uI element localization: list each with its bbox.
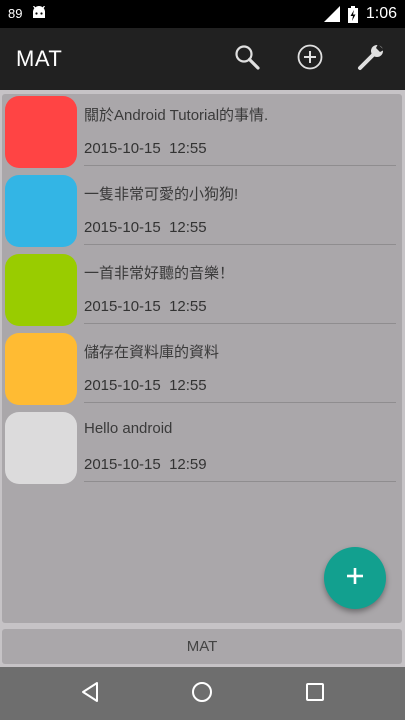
item-divider xyxy=(84,244,396,245)
item-list[interactable]: 關於Android Tutorial的事情. 2015-10-15 12:55 … xyxy=(2,94,402,623)
wrench-icon xyxy=(356,42,386,77)
status-bar: 89 1:06 xyxy=(0,0,405,28)
item-color-swatch xyxy=(5,96,77,168)
item-color-swatch xyxy=(5,175,77,247)
search-button[interactable] xyxy=(232,44,262,74)
bottom-label-bar: MAT xyxy=(2,629,402,664)
nav-home-button[interactable] xyxy=(188,680,216,708)
item-date: 2015-10-15 12:55 xyxy=(84,298,207,315)
plus-icon xyxy=(345,566,365,591)
battery-charging-icon xyxy=(347,5,358,23)
list-item[interactable]: 一隻非常可愛的小狗狗! 2015-10-15 12:55 xyxy=(2,173,402,252)
item-date: 2015-10-15 12:55 xyxy=(84,377,207,394)
list-item[interactable]: 儲存在資料庫的資料 2015-10-15 12:55 xyxy=(2,331,402,410)
item-date: 2015-10-15 12:55 xyxy=(84,140,207,157)
item-divider xyxy=(84,481,396,482)
item-title: Hello android xyxy=(84,420,173,437)
add-button[interactable] xyxy=(295,44,325,74)
android-notification-icon xyxy=(32,5,46,22)
nav-recents-button[interactable] xyxy=(301,680,329,708)
battery-percent-badge: 89 xyxy=(8,6,23,21)
add-circle-icon xyxy=(296,43,324,76)
home-icon xyxy=(190,680,214,709)
item-divider xyxy=(84,402,396,403)
item-date: 2015-10-15 12:55 xyxy=(84,219,207,236)
item-date: 2015-10-15 12:59 xyxy=(84,456,207,473)
list-item[interactable]: 一首非常好聽的音樂！ 2015-10-15 12:55 xyxy=(2,252,402,331)
signal-icon xyxy=(323,6,340,22)
item-title: 一隻非常可愛的小狗狗! xyxy=(84,186,239,203)
item-color-swatch xyxy=(5,333,77,405)
bottom-label: MAT xyxy=(186,638,218,655)
item-title: 一首非常好聽的音樂！ xyxy=(84,265,235,282)
back-icon xyxy=(78,680,102,709)
recents-icon xyxy=(303,680,327,709)
item-title: 儲存在資料庫的資料 xyxy=(84,344,220,361)
status-right: 1:06 xyxy=(323,5,397,23)
list-item[interactable]: 關於Android Tutorial的事情. 2015-10-15 12:55 xyxy=(2,94,402,173)
item-color-swatch xyxy=(5,254,77,326)
list-item[interactable]: Hello android 2015-10-15 12:59 xyxy=(2,410,402,489)
item-divider xyxy=(84,165,396,166)
status-time: 1:06 xyxy=(365,5,397,22)
app-bar: MAT xyxy=(0,28,405,90)
search-icon xyxy=(233,43,261,76)
item-color-swatch xyxy=(5,412,77,484)
app-title: MAT xyxy=(16,46,63,71)
settings-button[interactable] xyxy=(356,42,386,77)
nav-back-button[interactable] xyxy=(76,680,104,708)
item-divider xyxy=(84,323,396,324)
add-item-fab[interactable] xyxy=(324,547,386,609)
item-title: 關於Android Tutorial的事情. xyxy=(84,107,269,124)
system-nav-bar xyxy=(0,667,405,720)
status-left: 89 xyxy=(8,5,46,22)
